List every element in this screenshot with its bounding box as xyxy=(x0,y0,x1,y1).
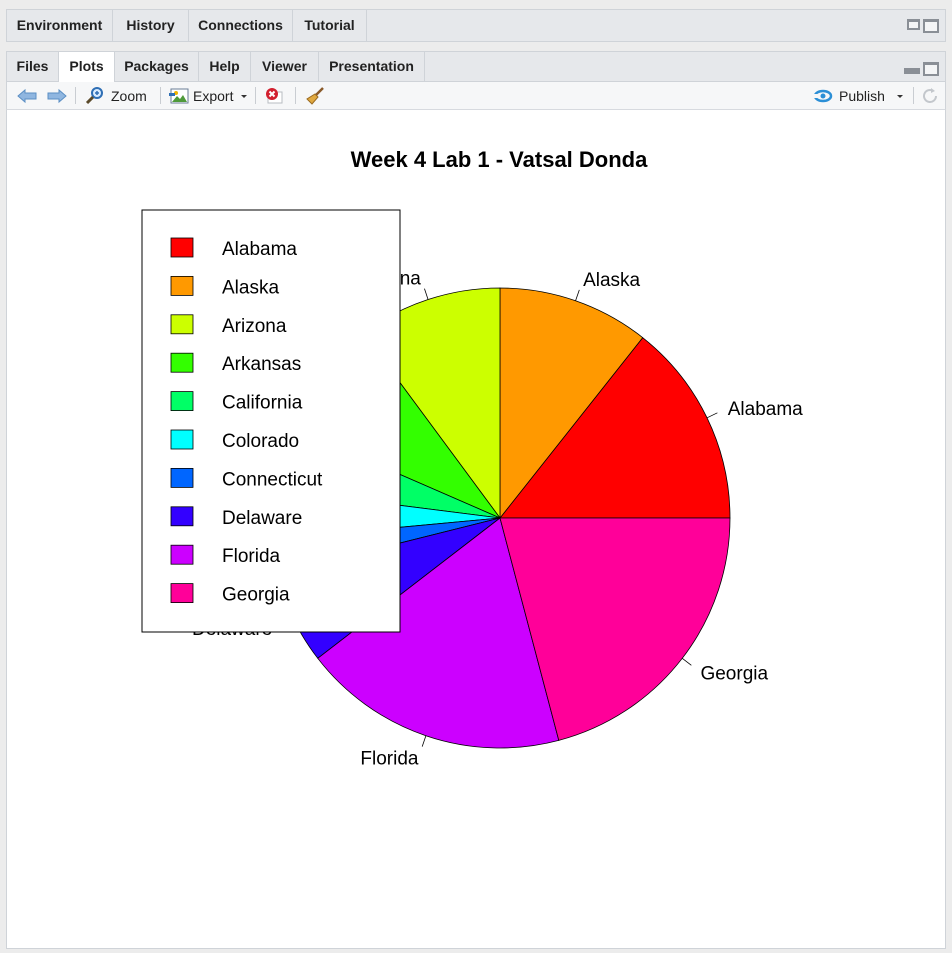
tab-packages[interactable]: Packages xyxy=(115,52,199,81)
legend-swatch-connecticut xyxy=(171,468,193,487)
legend-swatch-georgia xyxy=(171,584,193,603)
top-panel: Environment History Connections Tutorial xyxy=(6,9,946,42)
tab-connections[interactable]: Connections xyxy=(189,10,293,41)
zoom-label: Zoom xyxy=(111,88,147,104)
pie-label-tick xyxy=(576,290,580,301)
pie-label-tick xyxy=(682,658,691,665)
export-label: Export xyxy=(193,88,233,104)
pie-label-tick xyxy=(422,736,426,747)
broom-icon xyxy=(305,86,325,106)
forward-button[interactable] xyxy=(47,82,67,109)
zoom-button[interactable]: Zoom xyxy=(85,82,147,109)
tab-tutorial[interactable]: Tutorial xyxy=(293,10,367,41)
tab-environment[interactable]: Environment xyxy=(7,10,113,41)
chevron-down-icon xyxy=(239,91,249,101)
plot-viewer: Week 4 Lab 1 - Vatsal Donda Alabama Alask… xyxy=(6,110,946,949)
tab-viewer[interactable]: Viewer xyxy=(251,52,319,81)
pie-slice-label: Georgia xyxy=(700,663,768,684)
top-window-controls xyxy=(907,19,939,33)
tab-history[interactable]: History xyxy=(113,10,189,41)
plots-panel: Files Plots Packages Help Viewer Present… xyxy=(6,51,946,949)
export-button[interactable]: Export xyxy=(169,82,249,109)
pie-slice-label: Florida xyxy=(360,749,419,770)
remove-plot-icon xyxy=(265,87,283,105)
tab-files[interactable]: Files xyxy=(7,52,59,81)
minimize-icon[interactable] xyxy=(904,68,920,74)
pie-slice-label: Alaska xyxy=(583,270,640,291)
arrow-right-icon xyxy=(47,88,67,104)
refresh-icon xyxy=(921,87,939,105)
legend-box xyxy=(142,210,400,632)
legend-label-georgia: Georgia xyxy=(222,585,290,606)
publish-icon xyxy=(813,88,833,104)
legend-swatch-california xyxy=(171,392,193,411)
legend-label-arkansas: Arkansas xyxy=(222,354,301,375)
pie-label-tick xyxy=(707,413,717,418)
legend-swatch-arkansas xyxy=(171,353,193,372)
legend-swatch-alabama xyxy=(171,238,193,257)
tab-presentation[interactable]: Presentation xyxy=(319,52,425,81)
chevron-down-icon xyxy=(895,91,905,101)
toolbar-separator xyxy=(255,87,256,104)
refresh-button[interactable] xyxy=(921,82,939,109)
back-button[interactable] xyxy=(17,82,37,109)
top-tabbar: Environment History Connections Tutorial xyxy=(6,9,946,42)
clear-plots-button[interactable] xyxy=(305,82,325,109)
publish-label: Publish xyxy=(839,88,885,104)
pie-chart: Week 4 Lab 1 - Vatsal Donda Alabama Alask… xyxy=(7,110,945,948)
legend-label-alabama: Alabama xyxy=(222,239,297,260)
tab-help[interactable]: Help xyxy=(199,52,251,81)
restore-icon[interactable] xyxy=(907,19,920,30)
legend-swatch-colorado xyxy=(171,430,193,449)
legend-swatch-florida xyxy=(171,545,193,564)
legend-label-arizona: Arizona xyxy=(222,316,287,337)
maximize-icon[interactable] xyxy=(923,19,939,33)
chart-legend: Alabama Alaska Arizona Arkansas California Co… xyxy=(142,210,400,632)
plots-toolbar: Zoom Export Publish xyxy=(6,82,946,110)
bottom-window-controls xyxy=(904,62,939,76)
legend-swatch-arizona xyxy=(171,315,193,334)
legend-label-florida: Florida xyxy=(222,546,281,567)
legend-label-alaska: Alaska xyxy=(222,277,279,298)
magnifier-icon xyxy=(85,86,105,106)
restore-icon[interactable] xyxy=(923,62,939,76)
chart-title: Week 4 Lab 1 - Vatsal Donda xyxy=(351,147,648,172)
arrow-left-icon xyxy=(17,88,37,104)
legend-label-colorado: Colorado xyxy=(222,431,299,452)
toolbar-separator xyxy=(913,87,914,104)
publish-button[interactable]: Publish xyxy=(813,82,905,109)
bottom-tabbar: Files Plots Packages Help Viewer Present… xyxy=(6,51,946,82)
legend-label-delaware: Delaware xyxy=(222,508,302,529)
toolbar-separator xyxy=(75,87,76,104)
image-export-icon xyxy=(169,88,189,104)
pie-slice-label: Alabama xyxy=(728,399,803,420)
remove-plot-button[interactable] xyxy=(265,82,283,109)
tab-plots[interactable]: Plots xyxy=(59,52,115,82)
toolbar-separator xyxy=(160,87,161,104)
legend-swatch-delaware xyxy=(171,507,193,526)
pie-label-tick xyxy=(424,289,428,300)
toolbar-separator xyxy=(295,87,296,104)
legend-label-california: California xyxy=(222,393,303,414)
legend-label-connecticut: Connecticut xyxy=(222,469,323,490)
legend-swatch-alaska xyxy=(171,276,193,295)
